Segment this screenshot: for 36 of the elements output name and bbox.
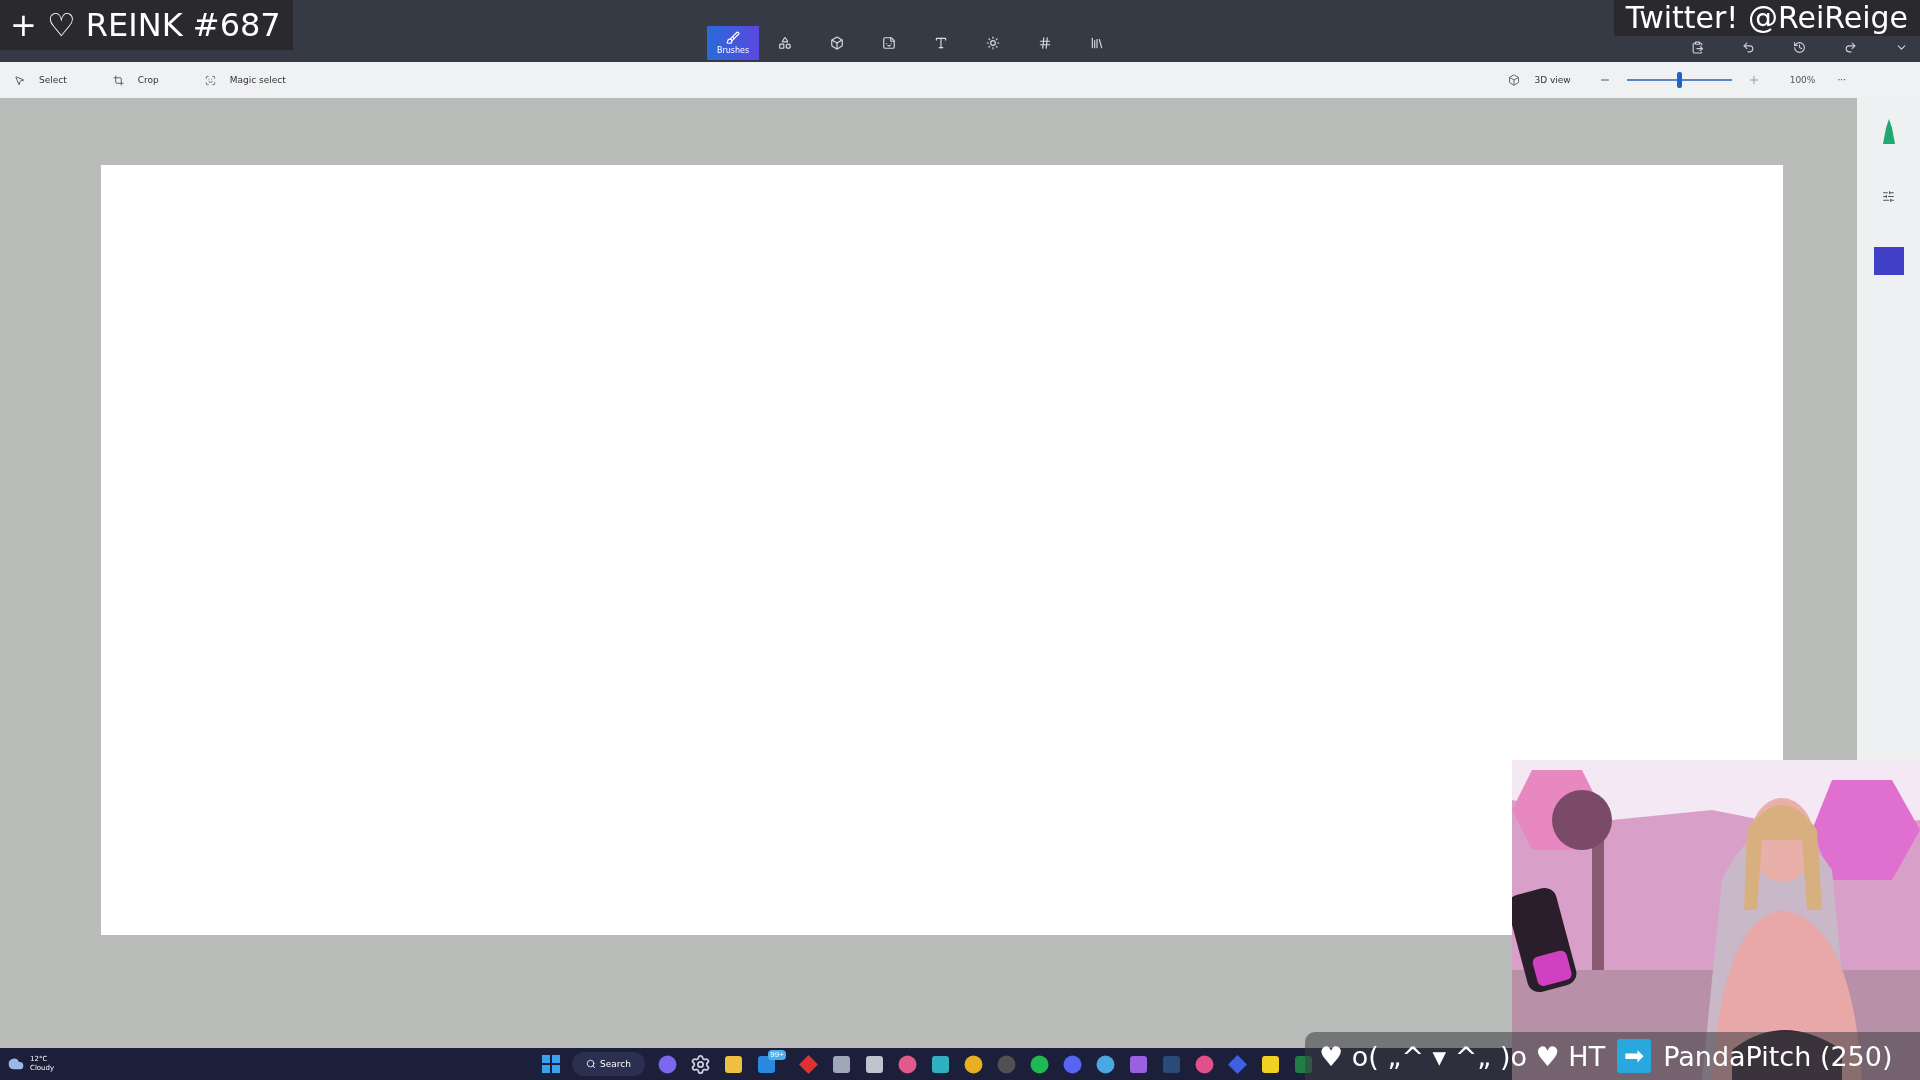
crop-icon: [112, 74, 124, 86]
pointer-icon: [14, 74, 25, 86]
shapes-icon: [778, 36, 792, 50]
search-icon: [586, 1059, 596, 1069]
face-frame-icon: [204, 74, 216, 86]
redo-icon[interactable]: [1844, 41, 1857, 54]
social-label: Twitter! @ReiReige: [1613, 0, 1920, 36]
view-3d-button[interactable]: 3D view: [1500, 70, 1579, 90]
tool-button[interactable]: Crop: [104, 70, 167, 90]
library-icon: [1090, 36, 1104, 50]
tool-button[interactable]: Select: [6, 70, 75, 90]
tool-button[interactable]: Magic select: [196, 70, 294, 90]
cube-icon: [830, 36, 844, 50]
slider-thumb[interactable]: [1677, 72, 1683, 88]
episode-label: + ♡ REINK #687: [0, 0, 293, 50]
undo-icon[interactable]: [1742, 41, 1755, 54]
cloud-icon: [8, 1056, 24, 1072]
brush-icon: [726, 31, 740, 45]
alert-text: ♥ o( „^ ▾ ^„ )o ♥ HT: [1319, 1040, 1606, 1072]
search-button[interactable]: Search: [572, 1052, 645, 1076]
color-swatch[interactable]: [1873, 247, 1904, 275]
zoom-reading: 100%: [1789, 75, 1816, 85]
windows-icon[interactable]: [542, 1055, 560, 1073]
notification-badge: 99+: [768, 1050, 786, 1060]
sticker-icon: [882, 36, 896, 50]
marker-icon[interactable]: [1881, 118, 1896, 146]
sliders-icon[interactable]: [1882, 190, 1895, 203]
alert-name: PandaPitch (250): [1663, 1040, 1893, 1072]
text-icon: [934, 36, 948, 50]
paste-icon[interactable]: [1691, 41, 1704, 54]
history-icon[interactable]: [1793, 41, 1806, 54]
tool-tab[interactable]: Brushes: [707, 26, 759, 60]
grid-icon: [1038, 36, 1052, 50]
cube-icon: [1508, 74, 1521, 86]
more-button[interactable]: ···: [1829, 71, 1854, 89]
sun-icon: [986, 36, 1000, 50]
